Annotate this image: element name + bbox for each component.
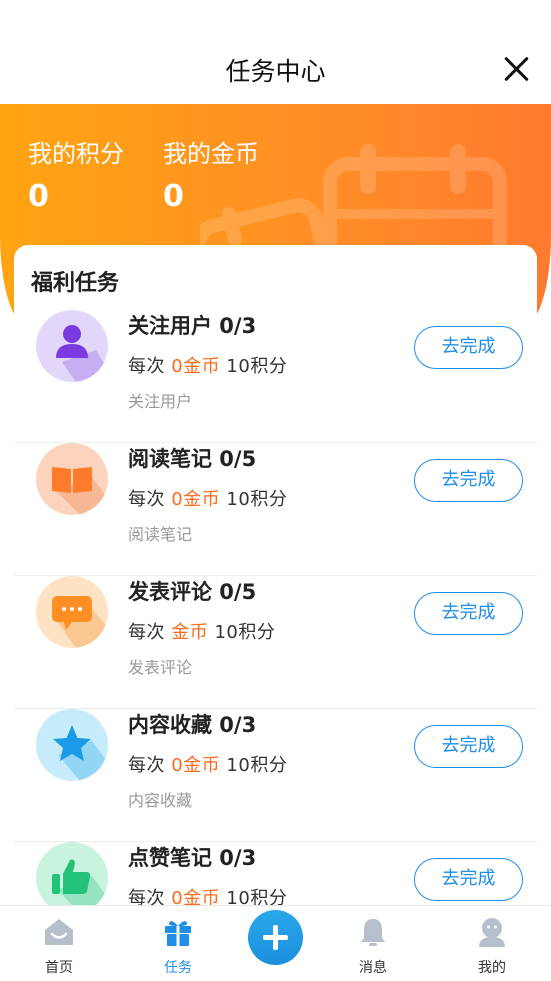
header: 任务中心 [0,0,551,104]
tab-label: 任务 [164,960,192,976]
tab-messages[interactable]: 消息 [328,906,418,981]
task-item-follow-user: 关注用户 0/3 每次 0金币 10积分 关注用户 去完成 [14,310,537,443]
page-title: 任务中心 [225,57,326,86]
tab-label: 首页 [45,960,73,976]
task-name: 点赞笔记 0/3 [128,846,257,870]
task-desc: 内容收藏 [128,791,193,810]
comment-icon [36,576,108,648]
task-name: 发表评论 0/5 [128,580,257,604]
section-title: 福利任务 [31,271,120,296]
task-reward: 每次 0金币 10积分 [128,489,288,510]
task-desc: 关注用户 [128,392,193,411]
bell-icon [361,919,385,946]
book-icon [36,443,108,515]
coins-value: 0 [163,179,184,214]
task-list-card: 福利任务 关注用户 0/3 每次 0金币 10积分 关注用户 去完成 阅读笔记 … [14,245,537,945]
thumbs-up-icon [36,842,108,914]
complete-task-button[interactable]: 去完成 [414,725,523,768]
home-icon [45,919,73,945]
star-icon [36,709,108,781]
user-icon [36,310,108,382]
close-icon[interactable] [501,54,531,84]
tab-label: 消息 [359,960,387,976]
tab-tasks[interactable]: 任务 [133,906,223,981]
coins-label: 我的金币 [163,140,259,168]
task-desc: 发表评论 [128,658,193,677]
tab-home[interactable]: 首页 [14,906,104,981]
complete-task-button[interactable]: 去完成 [414,459,523,502]
points-stat: 我的积分 0 [28,134,124,214]
task-name: 关注用户 0/3 [128,314,257,338]
task-item-post-comment: 发表评论 0/5 每次 金币 10积分 发表评论 去完成 [14,576,537,709]
gift-icon [165,921,191,946]
task-reward: 每次 0金币 10积分 [128,356,288,377]
complete-task-button[interactable]: 去完成 [414,326,523,369]
tab-profile[interactable]: 我的 [447,906,537,981]
profile-icon [479,918,505,947]
coins-stat: 我的金币 0 [163,134,259,214]
task-desc: 阅读笔记 [128,525,193,544]
points-value: 0 [28,179,49,214]
tab-label: 我的 [478,960,506,976]
task-item-collect-content: 内容收藏 0/3 每次 0金币 10积分 内容收藏 去完成 [14,709,537,842]
points-label: 我的积分 [28,140,124,168]
complete-task-button[interactable]: 去完成 [414,858,523,901]
task-name: 阅读笔记 0/5 [128,447,257,471]
task-name: 内容收藏 0/3 [128,713,257,737]
complete-task-button[interactable]: 去完成 [414,592,523,635]
task-item-read-notes: 阅读笔记 0/5 每次 0金币 10积分 阅读笔记 去完成 [14,443,537,576]
plus-icon[interactable] [248,910,303,965]
task-reward: 每次 金币 10积分 [128,622,276,643]
task-reward: 每次 0金币 10积分 [128,755,288,776]
